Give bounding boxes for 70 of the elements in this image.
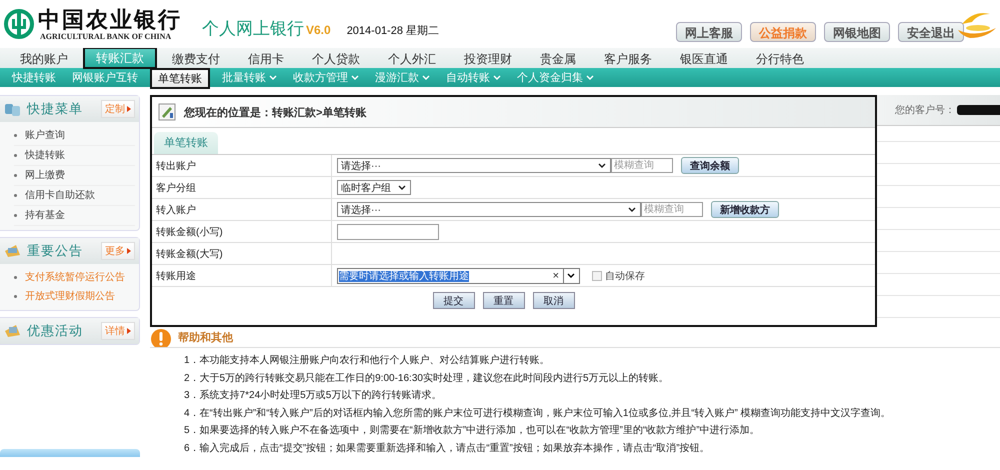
checkbox[interactable]: 自动保存 bbox=[592, 268, 645, 282]
chevron-down-icon bbox=[598, 162, 607, 169]
form-button[interactable]: 提交 bbox=[432, 292, 474, 309]
nav-tab[interactable]: 个人贷款 bbox=[300, 50, 372, 68]
chevron-down-icon bbox=[628, 206, 637, 213]
field-label: 转账金额(大写) bbox=[152, 243, 332, 264]
panel-title: 优惠活动 bbox=[27, 322, 83, 340]
bank-name-english: AGRICULTURAL BANK OF CHINA bbox=[39, 32, 172, 40]
date-label: 2014-01-28 星期二 bbox=[346, 24, 440, 38]
bank-logo-icon bbox=[4, 9, 34, 39]
bank-name: 中国农业银行 bbox=[38, 8, 182, 32]
field-label: 转出账户 bbox=[152, 155, 332, 176]
menu-link[interactable]: 账户查询 bbox=[25, 126, 65, 145]
field-label: 转入账户 bbox=[152, 199, 332, 220]
field-label: 转账金额(小写) bbox=[152, 221, 332, 242]
nav-tab[interactable]: 我的账户 bbox=[8, 50, 80, 68]
panel-icon bbox=[4, 243, 21, 259]
menu-link[interactable]: 持有基金 bbox=[25, 206, 65, 225]
search-field[interactable]: 模糊查询 bbox=[641, 202, 703, 217]
subnav-tab[interactable]: 单笔转账 bbox=[150, 68, 210, 89]
chevron-down-icon bbox=[567, 272, 576, 279]
nav-tab[interactable]: 投资理财 bbox=[452, 50, 524, 68]
field-label: 转账用途 bbox=[152, 265, 332, 286]
help-text: 3．系统支持7*24小时处理5万或5万以下的跨行转账请求。 bbox=[184, 388, 442, 403]
nav-tab[interactable]: 个人外汇 bbox=[376, 50, 448, 68]
help-text: 6．输入完成后，点击“提交”按钮；如果需要重新选择和输入，请点击“重置”按钮；如果放弃本操作，请点击“取消”按钮。 bbox=[184, 442, 710, 456]
form-tab[interactable]: 单笔转账 bbox=[154, 132, 218, 154]
menu-link[interactable]: 信用卡自助还款 bbox=[25, 186, 95, 205]
info-icon bbox=[150, 327, 172, 347]
breadcrumb: 您现在的位置是：转账汇款>单笔转账 bbox=[184, 106, 366, 120]
select-field[interactable]: 临时客户组 bbox=[337, 180, 411, 195]
menu-link[interactable]: 网上缴费 bbox=[25, 166, 65, 185]
triangle-icon bbox=[127, 248, 131, 254]
customer-number-label: 您的客户号： bbox=[895, 104, 955, 117]
nav-tab[interactable]: 分行特色 bbox=[744, 50, 816, 68]
nav-tab[interactable]: 客户服务 bbox=[592, 50, 664, 68]
panel-icon bbox=[4, 323, 21, 339]
combo-field[interactable]: 需要时请选择或输入转账用途 × bbox=[337, 268, 580, 284]
form-button[interactable]: 重置 bbox=[482, 292, 524, 309]
header-button[interactable]: 网上客服 bbox=[676, 22, 742, 42]
input-field[interactable] bbox=[337, 224, 439, 240]
help-text: 2．大于5万的跨行转账交易只能在工作日的9:00-16:30实时处理，建议您在此时间段内进行5万元以上的转账。 bbox=[184, 372, 669, 386]
menu-link[interactable]: 快捷转账 bbox=[25, 146, 65, 165]
panel-title: 快捷菜单 bbox=[27, 100, 83, 118]
action-button[interactable]: 查询余额 bbox=[681, 157, 739, 174]
header-button[interactable]: 安全退出 bbox=[898, 22, 964, 42]
product-title: 个人网上银行 bbox=[202, 18, 304, 40]
version-label: V6.0 bbox=[306, 23, 331, 37]
help-text: 5．如果要选择的转入账户不在备选项中，则需要在“新增收款方”中进行添加，也可以在“收款方管理”里的“收款方维护”中进行添加。 bbox=[184, 424, 760, 438]
help-text: 1．本功能支持本人网银注册账户向农行和他行个人账户、对公结算账户进行转账。 bbox=[184, 354, 550, 368]
redaction-bar bbox=[957, 105, 1000, 115]
panel-icon bbox=[4, 101, 21, 117]
select-field[interactable]: 请选择··· bbox=[337, 158, 611, 173]
nav-tab[interactable]: 缴费支付 bbox=[160, 50, 232, 68]
nav-tab[interactable]: 银医直通 bbox=[668, 50, 740, 68]
triangle-icon bbox=[127, 106, 131, 112]
nav-tab[interactable]: 贵金属 bbox=[528, 50, 588, 68]
form-button[interactable]: 取消 bbox=[532, 292, 574, 309]
help-text: 4．在“转出账户”和“转入账户”后的对话框内输入您所需的账户末位可进行模糊查询，账户末位可输入1位或多位,并且“转入账户” 模糊查询功能支持中文汉字查询。 bbox=[184, 406, 891, 420]
nav-tab[interactable]: 信用卡 bbox=[236, 50, 296, 68]
select-field[interactable]: 请选择··· bbox=[337, 202, 641, 217]
help-title: 帮助和其他 bbox=[178, 330, 233, 344]
chevron-down-icon bbox=[398, 184, 407, 191]
panel-title: 重要公告 bbox=[27, 242, 83, 260]
action-button[interactable]: 新增收款方 bbox=[711, 201, 779, 218]
field-label: 客户分组 bbox=[152, 177, 332, 198]
edit-icon bbox=[158, 103, 176, 121]
search-field[interactable]: 模糊查询 bbox=[611, 158, 673, 173]
triangle-icon bbox=[127, 328, 131, 334]
header-button[interactable]: 网银地图 bbox=[824, 22, 890, 42]
